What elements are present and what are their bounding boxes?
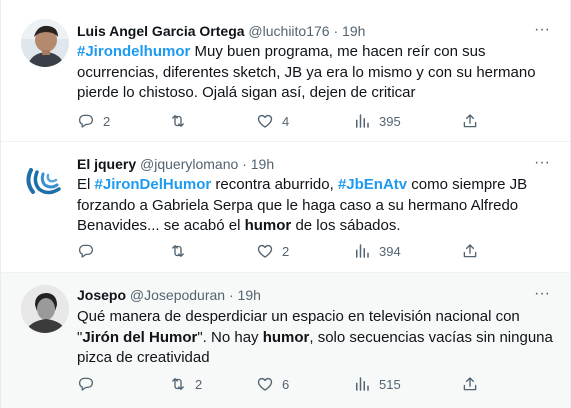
reply-icon: [77, 242, 95, 260]
more-icon[interactable]: ···: [532, 155, 552, 177]
timestamp[interactable]: 19h: [238, 287, 261, 303]
action-bar: 2 6 515: [77, 374, 497, 394]
highlighted-keyword: humor: [262, 328, 310, 346]
avatar[interactable]: [21, 156, 69, 204]
retweet-button[interactable]: 2: [169, 374, 202, 394]
retweet-icon: [169, 112, 187, 130]
more-icon[interactable]: ···: [532, 22, 552, 44]
tweet-text-segment: ". No hay: [197, 328, 263, 346]
view-count: 394: [379, 243, 401, 259]
hashtag-link[interactable]: #JbEnAtv: [338, 176, 407, 193]
tweet-header: Luis Angel Garcia Ortega @luchiito176 · …: [77, 21, 530, 41]
tweet-text-segment: de los sábados.: [291, 217, 401, 234]
share-icon: [461, 242, 479, 260]
like-button[interactable]: 4: [256, 111, 289, 131]
tweet-text: #Jirondelhumor Muy buen programa, me hac…: [77, 42, 557, 104]
like-count: 2: [282, 243, 290, 259]
like-button[interactable]: 6: [256, 374, 289, 394]
reply-icon: [77, 112, 95, 130]
tweet-text-segment: El: [77, 176, 95, 193]
tweet-text-segment: recontra aburrido,: [211, 176, 338, 193]
separator-dot: ·: [242, 156, 247, 172]
action-bar: 2 394: [77, 241, 497, 261]
reply-button[interactable]: [77, 374, 103, 394]
hashtag-link[interactable]: #Jirondelhumor: [77, 43, 190, 60]
tweet-0[interactable]: Luis Angel Garcia Ortega @luchiito176 · …: [1, 0, 570, 142]
retweet-icon: [169, 242, 187, 260]
display-name[interactable]: Luis Angel Garcia Ortega: [77, 23, 245, 39]
share-icon: [461, 375, 479, 393]
display-name[interactable]: El jquery: [77, 156, 136, 172]
views-button[interactable]: 394: [353, 241, 401, 261]
like-button[interactable]: 2: [256, 241, 289, 261]
views-icon: [353, 375, 371, 393]
like-count: 4: [282, 113, 290, 129]
retweet-button[interactable]: [169, 111, 195, 131]
share-icon: [461, 112, 479, 130]
views-button[interactable]: 515: [353, 374, 401, 394]
like-icon: [256, 242, 274, 260]
share-button[interactable]: [461, 111, 479, 131]
highlighted-keyword: humor: [244, 217, 292, 234]
timeline: Luis Angel Garcia Ortega @luchiito176 · …: [0, 0, 571, 408]
action-bar: 2 4 395: [77, 111, 497, 131]
retweet-count: 2: [195, 376, 203, 392]
user-handle[interactable]: @Josepoduran: [130, 287, 225, 303]
reply-count: 2: [103, 113, 111, 129]
share-button[interactable]: [461, 374, 479, 394]
share-button[interactable]: [461, 241, 479, 261]
avatar[interactable]: [21, 285, 69, 333]
views-icon: [353, 112, 371, 130]
reply-button[interactable]: [77, 241, 103, 261]
timestamp[interactable]: 19h: [251, 156, 274, 172]
highlighted-keyword: Jirón del Humor: [82, 328, 198, 346]
tweet-header: El jquery @jquerylomano · 19h: [77, 154, 530, 174]
like-icon: [256, 112, 274, 130]
display-name[interactable]: Josepo: [77, 287, 126, 303]
timestamp[interactable]: 19h: [342, 23, 365, 39]
tweet-text: El #JironDelHumor recontra aburrido, #Jb…: [77, 175, 557, 237]
separator-dot: ·: [333, 23, 339, 39]
tweet-1[interactable]: El jquery @jquerylomano · 19h ··· El #Ji…: [1, 142, 570, 273]
user-handle[interactable]: @jquerylomano: [140, 156, 238, 172]
retweet-button[interactable]: [169, 241, 195, 261]
reply-icon: [77, 375, 95, 393]
tweet-2[interactable]: Josepo @Josepoduran · 19h ··· Qué manera…: [1, 273, 570, 408]
like-count: 6: [282, 376, 290, 392]
retweet-icon: [169, 375, 187, 393]
views-icon: [353, 242, 371, 260]
view-count: 395: [379, 113, 401, 129]
user-handle[interactable]: @luchiito176: [248, 23, 329, 39]
avatar[interactable]: [21, 19, 69, 67]
view-count: 515: [379, 376, 401, 392]
reply-button[interactable]: 2: [77, 111, 110, 131]
views-button[interactable]: 395: [353, 111, 401, 131]
more-icon[interactable]: ···: [532, 286, 552, 308]
hashtag-link[interactable]: #JironDelHumor: [95, 176, 212, 193]
separator-dot: ·: [228, 287, 234, 303]
tweet-header: Josepo @Josepoduran · 19h: [77, 285, 530, 305]
like-icon: [256, 375, 274, 393]
tweet-text: Qué manera de desperdiciar un espacio en…: [77, 307, 557, 369]
